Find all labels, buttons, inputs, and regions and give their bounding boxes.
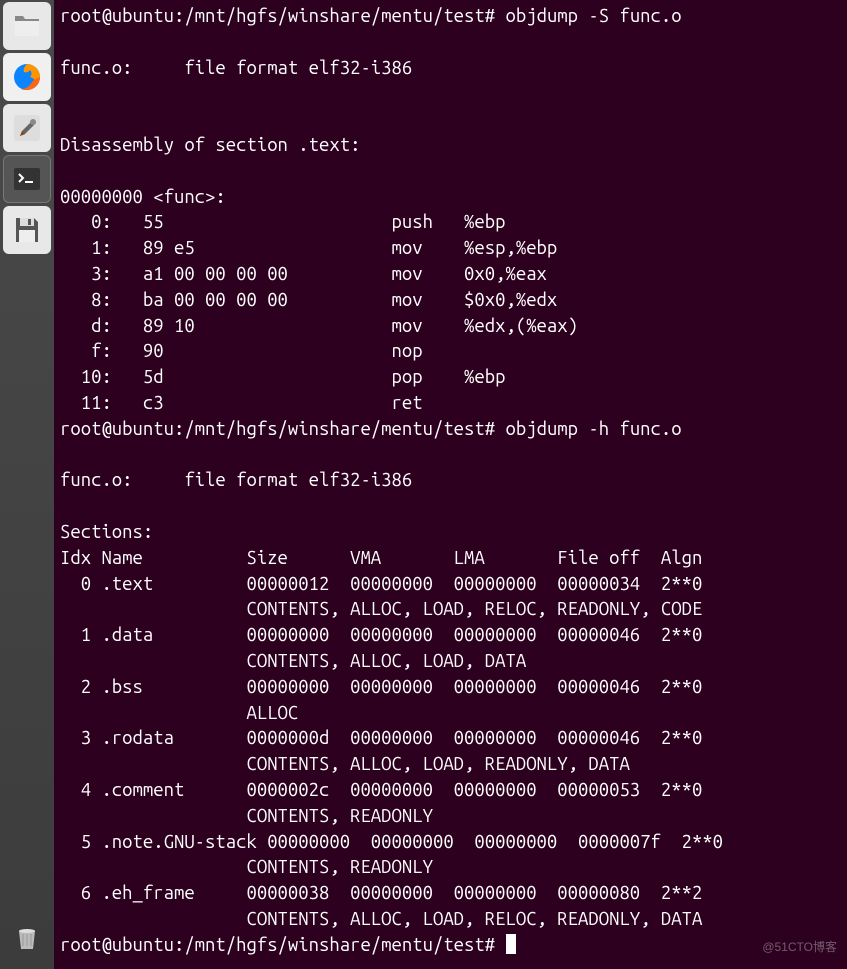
section-line: CONTENTS, ALLOC, LOAD, READONLY, DATA bbox=[60, 754, 630, 774]
firefox-icon[interactable] bbox=[3, 53, 51, 101]
disasm-line: f: 90 nop bbox=[60, 341, 423, 361]
section-line: 6 .eh_frame 00000038 00000000 00000000 0… bbox=[60, 883, 702, 903]
section-line: ALLOC bbox=[60, 703, 298, 723]
disasm-line: 0: 55 push %ebp bbox=[60, 212, 505, 232]
disasm-line: 8: ba 00 00 00 00 mov $0x0,%edx bbox=[60, 290, 557, 310]
prompt: root@ubuntu:/mnt/hgfs/winshare/mentu/tes… bbox=[60, 419, 495, 439]
cursor bbox=[506, 934, 516, 954]
file-format-header-1: func.o: file format elf32-i386 bbox=[60, 58, 412, 78]
section-line: 2 .bss 00000000 00000000 00000000 000000… bbox=[60, 677, 702, 697]
disasm-line: d: 89 10 mov %edx,(%eax) bbox=[60, 316, 578, 336]
file-format-header-2: func.o: file format elf32-i386 bbox=[60, 470, 412, 490]
section-line: 5 .note.GNU-stack 00000000 00000000 0000… bbox=[60, 832, 723, 852]
section-line: 0 .text 00000012 00000000 00000000 00000… bbox=[60, 574, 702, 594]
watermark: @51CTO博客 bbox=[762, 935, 837, 961]
save-icon[interactable] bbox=[3, 206, 51, 254]
disasm-line: 3: a1 00 00 00 00 mov 0x0,%eax bbox=[60, 264, 547, 284]
sections-label: Sections: bbox=[60, 522, 153, 542]
section-line: 3 .rodata 0000000d 00000000 00000000 000… bbox=[60, 728, 702, 748]
section-line: 1 .data 00000000 00000000 00000000 00000… bbox=[60, 625, 702, 645]
section-line: CONTENTS, ALLOC, LOAD, RELOC, READONLY, … bbox=[60, 599, 702, 619]
terminal-window[interactable]: root@ubuntu:/mnt/hgfs/winshare/mentu/tes… bbox=[54, 0, 847, 969]
disasm-line: 10: 5d pop %ebp bbox=[60, 367, 505, 387]
terminal-icon[interactable] bbox=[3, 155, 51, 203]
section-line: CONTENTS, READONLY bbox=[60, 806, 433, 826]
prompt: root@ubuntu:/mnt/hgfs/winshare/mentu/tes… bbox=[60, 935, 495, 955]
sections-header: Idx Name Size VMA LMA File off Algn bbox=[60, 548, 702, 568]
command-2: objdump -h func.o bbox=[506, 419, 682, 439]
section-line: CONTENTS, ALLOC, LOAD, DATA bbox=[60, 651, 526, 671]
files-icon[interactable] bbox=[3, 2, 51, 50]
disasm-line: 1: 89 e5 mov %esp,%ebp bbox=[60, 238, 557, 258]
section-line: CONTENTS, ALLOC, LOAD, RELOC, READONLY, … bbox=[60, 909, 702, 929]
launcher-panel bbox=[0, 0, 54, 969]
command-1: objdump -S func.o bbox=[506, 6, 682, 26]
trash-icon[interactable] bbox=[3, 913, 51, 961]
prompt: root@ubuntu:/mnt/hgfs/winshare/mentu/tes… bbox=[60, 6, 495, 26]
disassembly-header: Disassembly of section .text: bbox=[60, 135, 360, 155]
func-label: 00000000 <func>: bbox=[60, 187, 226, 207]
section-line: 4 .comment 0000002c 00000000 00000000 00… bbox=[60, 780, 702, 800]
disasm-line: 11: c3 ret bbox=[60, 393, 464, 413]
settings-icon[interactable] bbox=[3, 104, 51, 152]
section-line: CONTENTS, READONLY bbox=[60, 857, 433, 877]
